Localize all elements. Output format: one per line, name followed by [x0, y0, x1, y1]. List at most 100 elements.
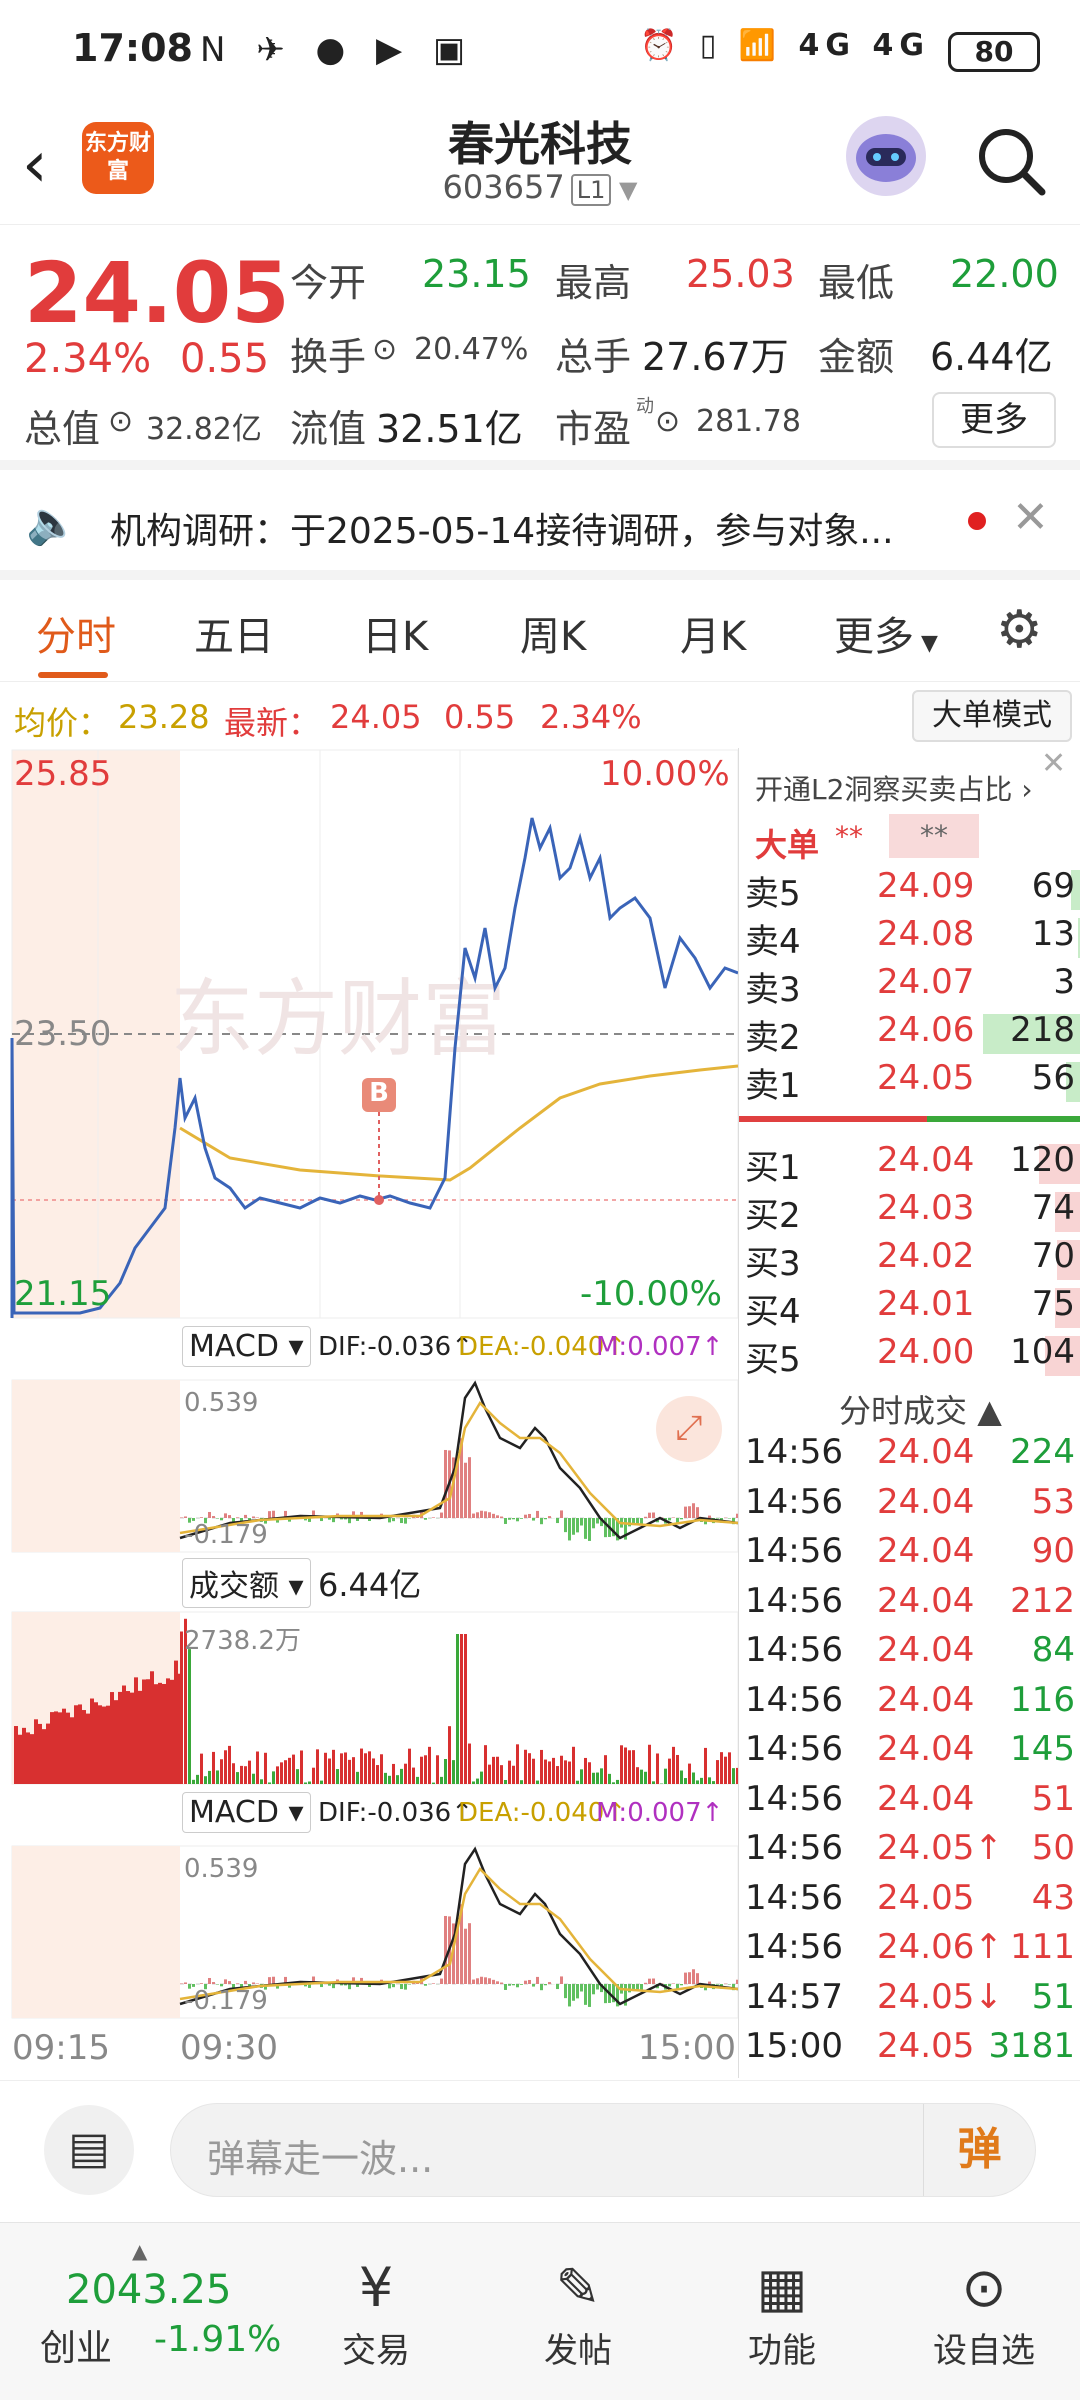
nav-post[interactable]: ✎ 发帖 [508, 2253, 648, 2372]
tab-5day[interactable]: 五日 [194, 604, 274, 662]
assistant-avatar-icon[interactable] [846, 116, 926, 196]
ask-row[interactable]: 卖1 24.05 56 [739, 1058, 1080, 1106]
tick-row: 14:56 24.06↑ 111 [739, 1927, 1080, 1977]
volume-bar [576, 1780, 579, 1784]
bid-price: 24.04 [877, 1140, 975, 1180]
macd-bar [688, 1506, 691, 1518]
tab-intraday[interactable]: 分时 [36, 604, 116, 662]
low-value: 22.00 [950, 252, 1059, 296]
big-order-mode-button[interactable]: 大单模式 [912, 690, 1072, 742]
speaker-icon: 🔈 [26, 498, 79, 547]
macd-bar [560, 1976, 563, 1984]
nav-functions[interactable]: ▦ 功能 [712, 2253, 852, 2372]
volume-bar [66, 1712, 70, 1784]
macd-bar [580, 1984, 583, 1992]
tick-time: 14:56 [745, 1729, 843, 1769]
volume-bar [596, 1772, 599, 1784]
macd-bar [480, 1976, 483, 1984]
tab-monthly-k[interactable]: 月K [680, 604, 746, 662]
low-label: 最低 [818, 261, 895, 305]
macd-bar [432, 1983, 435, 1984]
volume-bar [130, 1692, 134, 1784]
volume-bar [196, 1774, 199, 1784]
macd-selector[interactable]: MACD ▾ [182, 1326, 311, 1367]
big-order-label: 大单 [755, 826, 820, 864]
ask-volume: 3 [1053, 962, 1075, 1002]
close-icon[interactable]: ✕ [1012, 492, 1049, 543]
volume-bar [340, 1753, 343, 1784]
amount-selector[interactable]: 成交额 ▾ [182, 1558, 311, 1608]
macd-bar [640, 1984, 643, 1991]
macd-bar [320, 1518, 323, 1522]
volume-bar [188, 1649, 191, 1784]
macd-bar [440, 1978, 443, 1984]
info-icon[interactable]: ⊙ [372, 332, 397, 367]
volume-bar [464, 1634, 467, 1784]
more-button[interactable]: 更多 [932, 392, 1056, 448]
info-icon[interactable]: ⊙ [655, 404, 680, 439]
index-widget[interactable]: ▲ 2043.25 创业 -1.91% [20, 2239, 290, 2389]
volume-bar [316, 1749, 319, 1784]
macd-bar [216, 1984, 219, 1985]
macd-bar [592, 1518, 595, 1529]
info-icon[interactable]: ⊙ [108, 404, 133, 439]
nav-functions-label: 功能 [748, 2331, 816, 2371]
l2-upgrade-link[interactable]: 开通L2洞察买卖占比 › [755, 768, 1033, 808]
open-value: 23.15 [422, 252, 531, 296]
volume-bar [102, 1706, 106, 1784]
volume-bar [496, 1756, 499, 1784]
chart-svg: 东方财富 [10, 749, 739, 2019]
bid-row[interactable]: 买1 24.04 120 [739, 1140, 1080, 1188]
nav-add-watchlist[interactable]: ⊙ 设自选 [914, 2253, 1054, 2372]
battery-icon: 80 [948, 32, 1040, 72]
tab-more[interactable]: 更多 ▼ [834, 604, 938, 662]
macd-bar [568, 1984, 571, 2007]
bid-row[interactable]: 买3 24.02 70 [739, 1236, 1080, 1284]
ticks-title-label: 分时成交 [839, 1392, 968, 1430]
danmu-list-icon[interactable]: ▤ [44, 2105, 134, 2195]
volume-bar [488, 1764, 491, 1784]
tab-daily-k[interactable]: 日K [362, 604, 428, 662]
macd-bar [716, 1518, 719, 1519]
bid-row[interactable]: 买5 24.00 104 [739, 1332, 1080, 1380]
ticks-title[interactable]: 分时成交 ▲ [839, 1386, 1002, 1432]
macd-bar [228, 1981, 231, 1984]
volume-bar [556, 1766, 559, 1784]
volume-bar [476, 1778, 479, 1784]
danmu-toggle-button[interactable]: 弹 [923, 2104, 1035, 2196]
notice-bar[interactable]: 🔈 机构调研：于2025-05-14接待调研，参与对象... ✕ [0, 470, 1080, 580]
expand-icon[interactable]: ⤢ [656, 1396, 722, 1462]
tick-price: 24.05 [877, 2026, 975, 2066]
bid-row[interactable]: 买2 24.03 74 [739, 1188, 1080, 1236]
macd-dif: DIF:-0.036↑ [318, 1332, 473, 1362]
intraday-chart[interactable]: 东方财富 25.85 23.50 21.15 10.00% -10.00% B … [0, 748, 739, 2078]
macd-bar [500, 1982, 503, 1984]
search-icon[interactable] [975, 125, 1047, 197]
volume-bar [712, 1781, 715, 1784]
macd-bar [464, 1462, 467, 1518]
ask-row[interactable]: 卖4 24.08 13 [739, 914, 1080, 962]
ask-row[interactable]: 卖5 24.09 69 [739, 866, 1080, 914]
tab-weekly-k[interactable]: 周K [520, 604, 586, 662]
volume-bar [106, 1705, 110, 1784]
macd-bar [588, 1518, 591, 1541]
volume-bar [500, 1765, 503, 1784]
macd-selector-2[interactable]: MACD ▾ [182, 1792, 311, 1833]
volume-bar [668, 1758, 671, 1784]
ask-row[interactable]: 卖2 24.06 218 [739, 1010, 1080, 1058]
close-l2-icon[interactable]: ✕ [1041, 746, 1066, 781]
volume-bar [400, 1768, 403, 1784]
ask-row[interactable]: 卖3 24.07 3 [739, 962, 1080, 1010]
macd-bar [520, 1518, 523, 1519]
volume-bar [632, 1750, 635, 1784]
tick-volume: 51 [1031, 1976, 1075, 2017]
danmu-input[interactable]: 弹幕走一波... 弹 [170, 2103, 1036, 2197]
nav-trade[interactable]: ¥ 交易 [306, 2253, 446, 2372]
bottom-nav: ▲ 2043.25 创业 -1.91% ¥ 交易 ✎ 发帖 ▦ 功能 ⊙ 设自选 [0, 2222, 1080, 2400]
settings-gear-icon[interactable]: ⚙ [996, 600, 1043, 660]
turnover-value: 20.47% [414, 332, 529, 367]
bid-row[interactable]: 买4 24.01 75 [739, 1284, 1080, 1332]
tick-volume: 90 [1031, 1531, 1075, 1571]
macd-bar [484, 1511, 487, 1518]
volume-bar [548, 1761, 551, 1784]
